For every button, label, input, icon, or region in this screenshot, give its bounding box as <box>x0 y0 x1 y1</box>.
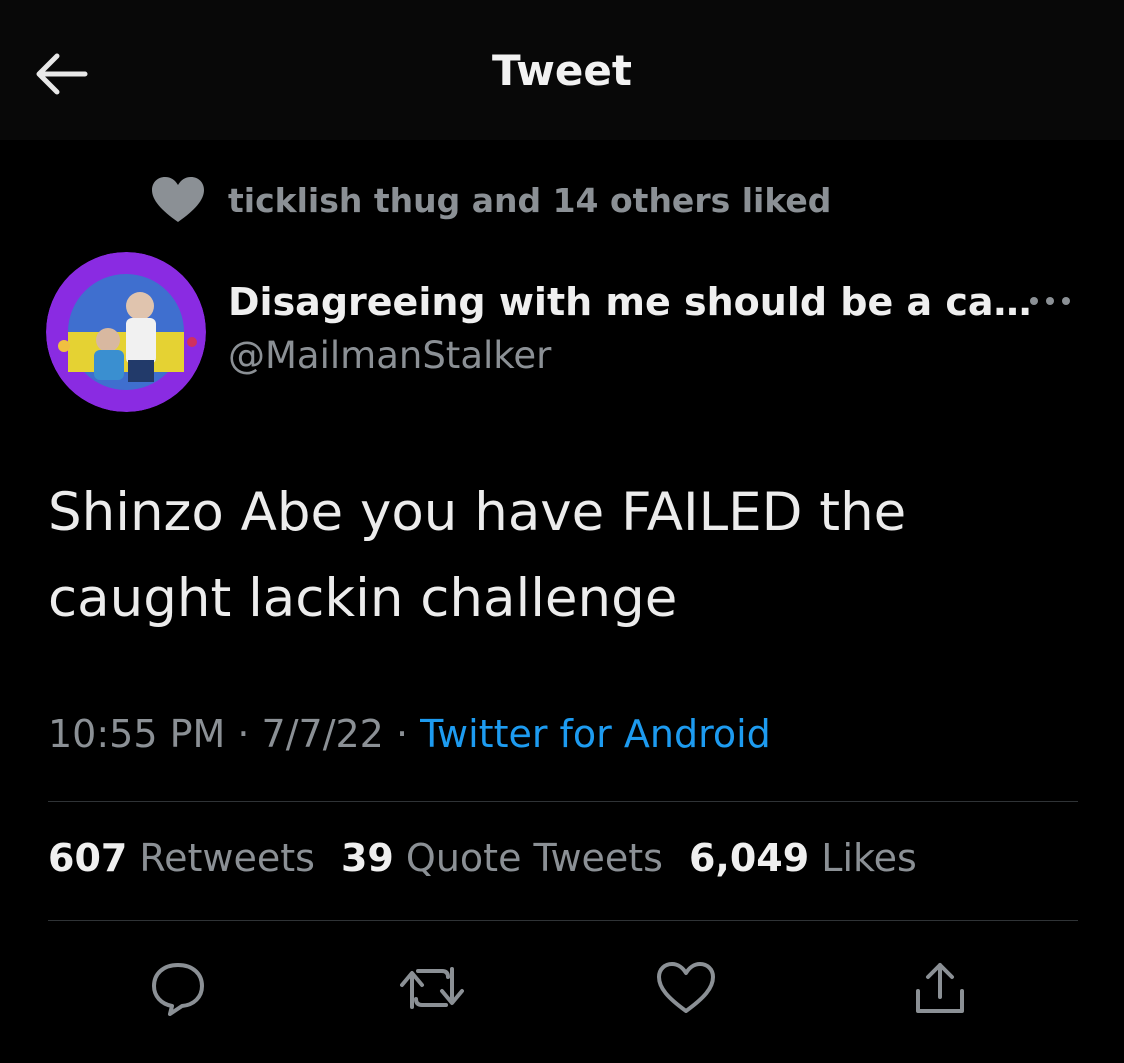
more-options-button[interactable] <box>1024 286 1076 316</box>
retweet-icon <box>400 967 464 1009</box>
meta-separator: · <box>383 712 421 756</box>
top-app-bar: Tweet <box>0 0 1124 140</box>
divider <box>48 920 1078 921</box>
more-icon <box>1030 297 1070 305</box>
tweet-meta: 10:55 PM · 7/7/22 · Twitter for Android <box>48 712 771 756</box>
author-name[interactable]: Disagreeing with me should be a ca… <box>228 280 1032 324</box>
action-bar <box>0 956 1124 1020</box>
share-icon <box>916 963 964 1013</box>
quote-tweets-label: Quote Tweets <box>405 836 663 880</box>
tweet-date: 7/7/22 <box>261 712 384 756</box>
reply-icon <box>152 963 204 1016</box>
tweet-time: 10:55 PM <box>48 712 226 756</box>
retweet-button[interactable] <box>400 956 464 1020</box>
likes-stat[interactable]: 6,049 Likes <box>689 836 917 880</box>
retweets-label: Retweets <box>139 836 315 880</box>
page-title: Tweet <box>492 46 632 95</box>
reply-button[interactable] <box>146 956 210 1020</box>
likes-label: Likes <box>821 836 917 880</box>
social-context-text: ticklish thug and 14 others liked <box>228 180 832 220</box>
meta-separator: · <box>225 712 262 756</box>
tweet-stats: 607 Retweets 39 Quote Tweets 6,049 Likes <box>48 836 943 880</box>
divider <box>48 801 1078 802</box>
like-button[interactable] <box>654 956 718 1020</box>
share-button[interactable] <box>908 956 972 1020</box>
heart-filled-icon <box>150 176 206 224</box>
social-context[interactable]: ticklish thug and 14 others liked <box>150 176 831 224</box>
likes-count: 6,049 <box>688 836 810 880</box>
retweets-count: 607 <box>48 836 128 880</box>
retweets-stat[interactable]: 607 Retweets <box>48 836 315 880</box>
avatar[interactable] <box>46 252 206 412</box>
quote-tweets-stat[interactable]: 39 Quote Tweets <box>341 836 663 880</box>
author-handle[interactable]: @MailmanStalker <box>228 334 551 377</box>
tweet-text: Shinzo Abe you have FAILED the caught la… <box>48 482 907 629</box>
tweet-source-link[interactable]: Twitter for Android <box>420 712 771 756</box>
heart-outline-icon <box>657 962 715 1013</box>
quote-tweets-count: 39 <box>340 836 394 880</box>
